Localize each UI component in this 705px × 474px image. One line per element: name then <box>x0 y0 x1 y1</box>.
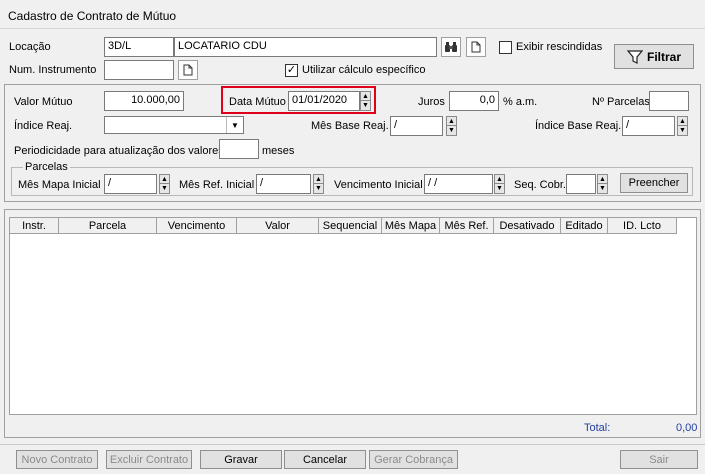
grid-header-row: Instr. Parcela Vencimento Valor Sequenci… <box>10 218 677 234</box>
seq-cobr-label: Seq. Cobr. <box>514 179 566 191</box>
sair-label: Sair <box>649 453 669 466</box>
novo-contrato-label: Novo Contrato <box>21 453 93 466</box>
binoculars-search-button[interactable] <box>441 37 461 57</box>
grid-col-sequencial[interactable]: Sequencial <box>319 218 382 233</box>
vencimento-inicial-label: Vencimento Inicial <box>334 179 423 191</box>
juros-label: Juros <box>418 96 445 108</box>
data-mutuo-input[interactable]: 01/01/2020 <box>288 91 360 111</box>
indice-reaj-label: Índice Reaj. <box>14 120 73 132</box>
num-instrumento-input[interactable] <box>104 60 174 80</box>
mes-base-reaj-input[interactable]: / <box>390 116 443 136</box>
filtrar-label: Filtrar <box>646 49 681 64</box>
excluir-contrato-button[interactable]: Excluir Contrato <box>106 450 192 469</box>
parcelas-group-label: Parcelas <box>23 161 70 173</box>
nparcelas-input[interactable] <box>649 91 689 111</box>
gravar-button[interactable]: Gravar <box>200 450 282 469</box>
grid-col-valor[interactable]: Valor <box>237 218 319 233</box>
cancelar-button[interactable]: Cancelar <box>284 450 366 469</box>
binoculars-icon <box>445 42 457 52</box>
utilizar-calculo-label: Utilizar cálculo específico <box>302 64 426 76</box>
preencher-button[interactable]: Preencher <box>620 173 688 193</box>
cancelar-label: Cancelar <box>302 453 348 466</box>
excluir-contrato-label: Excluir Contrato <box>109 453 189 466</box>
periodicidade-unit: meses <box>262 145 295 157</box>
novo-contrato-button[interactable]: Novo Contrato <box>16 450 98 469</box>
window-title: Cadastro de Contrato de Mútuo <box>8 9 177 23</box>
seq-cobr-input[interactable] <box>566 174 596 194</box>
grid-col-id-lcto[interactable]: ID. Lcto <box>608 218 677 233</box>
valor-mutuo-label: Valor Mútuo <box>14 96 73 108</box>
preencher-label: Preencher <box>628 177 680 189</box>
gerar-cobranca-button[interactable]: Gerar Cobrança <box>369 450 458 469</box>
spin-down-icon[interactable]: ▼ <box>598 184 607 193</box>
grid-col-parcela[interactable]: Parcela <box>59 218 157 233</box>
spin-down-icon[interactable]: ▼ <box>314 184 323 193</box>
mes-mapa-inicial-label: Mês Mapa Inicial <box>18 179 101 191</box>
mes-base-reaj-spinner[interactable]: ▲ ▼ <box>446 116 457 136</box>
gravar-label: Gravar <box>224 453 258 466</box>
locacao-label: Locação <box>9 41 51 53</box>
chevron-down-icon[interactable]: ▼ <box>226 117 243 133</box>
num-instrumento-document-button[interactable] <box>178 60 198 80</box>
filter-funnel-icon <box>626 49 643 64</box>
locacao-code-input[interactable]: 3D/L <box>104 37 174 57</box>
periodicidade-input[interactable] <box>219 139 259 159</box>
mes-ref-inicial-label: Mês Ref. Inicial <box>179 179 255 191</box>
mes-ref-inicial-input[interactable]: / <box>256 174 311 194</box>
filtrar-button[interactable]: Filtrar <box>614 44 694 69</box>
spin-up-icon[interactable]: ▲ <box>447 117 456 126</box>
spin-up-icon[interactable]: ▲ <box>598 175 607 184</box>
spin-down-icon[interactable]: ▼ <box>678 126 687 135</box>
total-value: 0,00 <box>676 422 698 434</box>
num-instrumento-label: Num. Instrumento <box>9 64 97 76</box>
spin-up-icon[interactable]: ▲ <box>495 175 504 184</box>
mes-ref-inicial-spinner[interactable]: ▲ ▼ <box>313 174 324 194</box>
parcelas-grid[interactable] <box>9 217 697 415</box>
spin-down-icon[interactable]: ▼ <box>361 101 370 110</box>
new-document-button[interactable] <box>466 37 486 57</box>
mes-mapa-inicial-spinner[interactable]: ▲ ▼ <box>159 174 170 194</box>
grid-col-desativado[interactable]: Desativado <box>494 218 561 233</box>
locacao-name-input[interactable]: LOCATARIO CDU <box>174 37 437 57</box>
grid-col-editado[interactable]: Editado <box>561 218 608 233</box>
indice-reaj-select[interactable] <box>104 116 244 134</box>
indice-base-reaj-input[interactable]: / <box>622 116 675 136</box>
sair-button[interactable]: Sair <box>620 450 698 469</box>
data-mutuo-spinner[interactable]: ▲ ▼ <box>360 91 371 111</box>
indice-base-reaj-label: Índice Base Reaj. <box>535 120 622 132</box>
spin-up-icon[interactable]: ▲ <box>160 175 169 184</box>
spin-down-icon[interactable]: ▼ <box>160 184 169 193</box>
spin-down-icon[interactable]: ▼ <box>447 126 456 135</box>
spin-up-icon[interactable]: ▲ <box>678 117 687 126</box>
data-mutuo-label: Data Mútuo <box>229 96 286 108</box>
spin-up-icon[interactable]: ▲ <box>361 92 370 101</box>
vencimento-inicial-spinner[interactable]: ▲ ▼ <box>494 174 505 194</box>
grid-col-instr[interactable]: Instr. <box>10 218 59 233</box>
window-titlebar: Cadastro de Contrato de Mútuo <box>0 0 705 29</box>
grid-col-vencimento[interactable]: Vencimento <box>157 218 237 233</box>
document-icon <box>471 41 481 53</box>
gerar-cobranca-label: Gerar Cobrança <box>374 453 453 466</box>
valor-mutuo-input[interactable]: 10.000,00 <box>104 91 184 111</box>
spin-down-icon[interactable]: ▼ <box>495 184 504 193</box>
mes-mapa-inicial-input[interactable]: / <box>104 174 157 194</box>
juros-input[interactable]: 0,0 <box>449 91 499 111</box>
exibir-rescindidas-checkbox[interactable] <box>499 41 512 54</box>
vencimento-inicial-input[interactable]: / / <box>424 174 493 194</box>
nparcelas-label: Nº Parcelas <box>592 96 650 108</box>
indice-base-reaj-spinner[interactable]: ▲ ▼ <box>677 116 688 136</box>
utilizar-calculo-checkbox[interactable]: ✓ <box>285 64 298 77</box>
spin-up-icon[interactable]: ▲ <box>314 175 323 184</box>
grid-col-mes-mapa[interactable]: Mês Mapa <box>382 218 440 233</box>
exibir-rescindidas-label: Exibir rescindidas <box>516 41 603 53</box>
grid-col-mes-ref[interactable]: Mês Ref. <box>440 218 494 233</box>
mes-base-reaj-label: Mês Base Reaj. <box>311 120 389 132</box>
seq-cobr-spinner[interactable]: ▲ ▼ <box>597 174 608 194</box>
juros-unit: % a.m. <box>503 96 538 108</box>
total-label: Total: <box>584 422 611 434</box>
periodicidade-label: Periodicidade para atualização dos valor… <box>14 145 224 157</box>
document-icon <box>183 64 193 76</box>
